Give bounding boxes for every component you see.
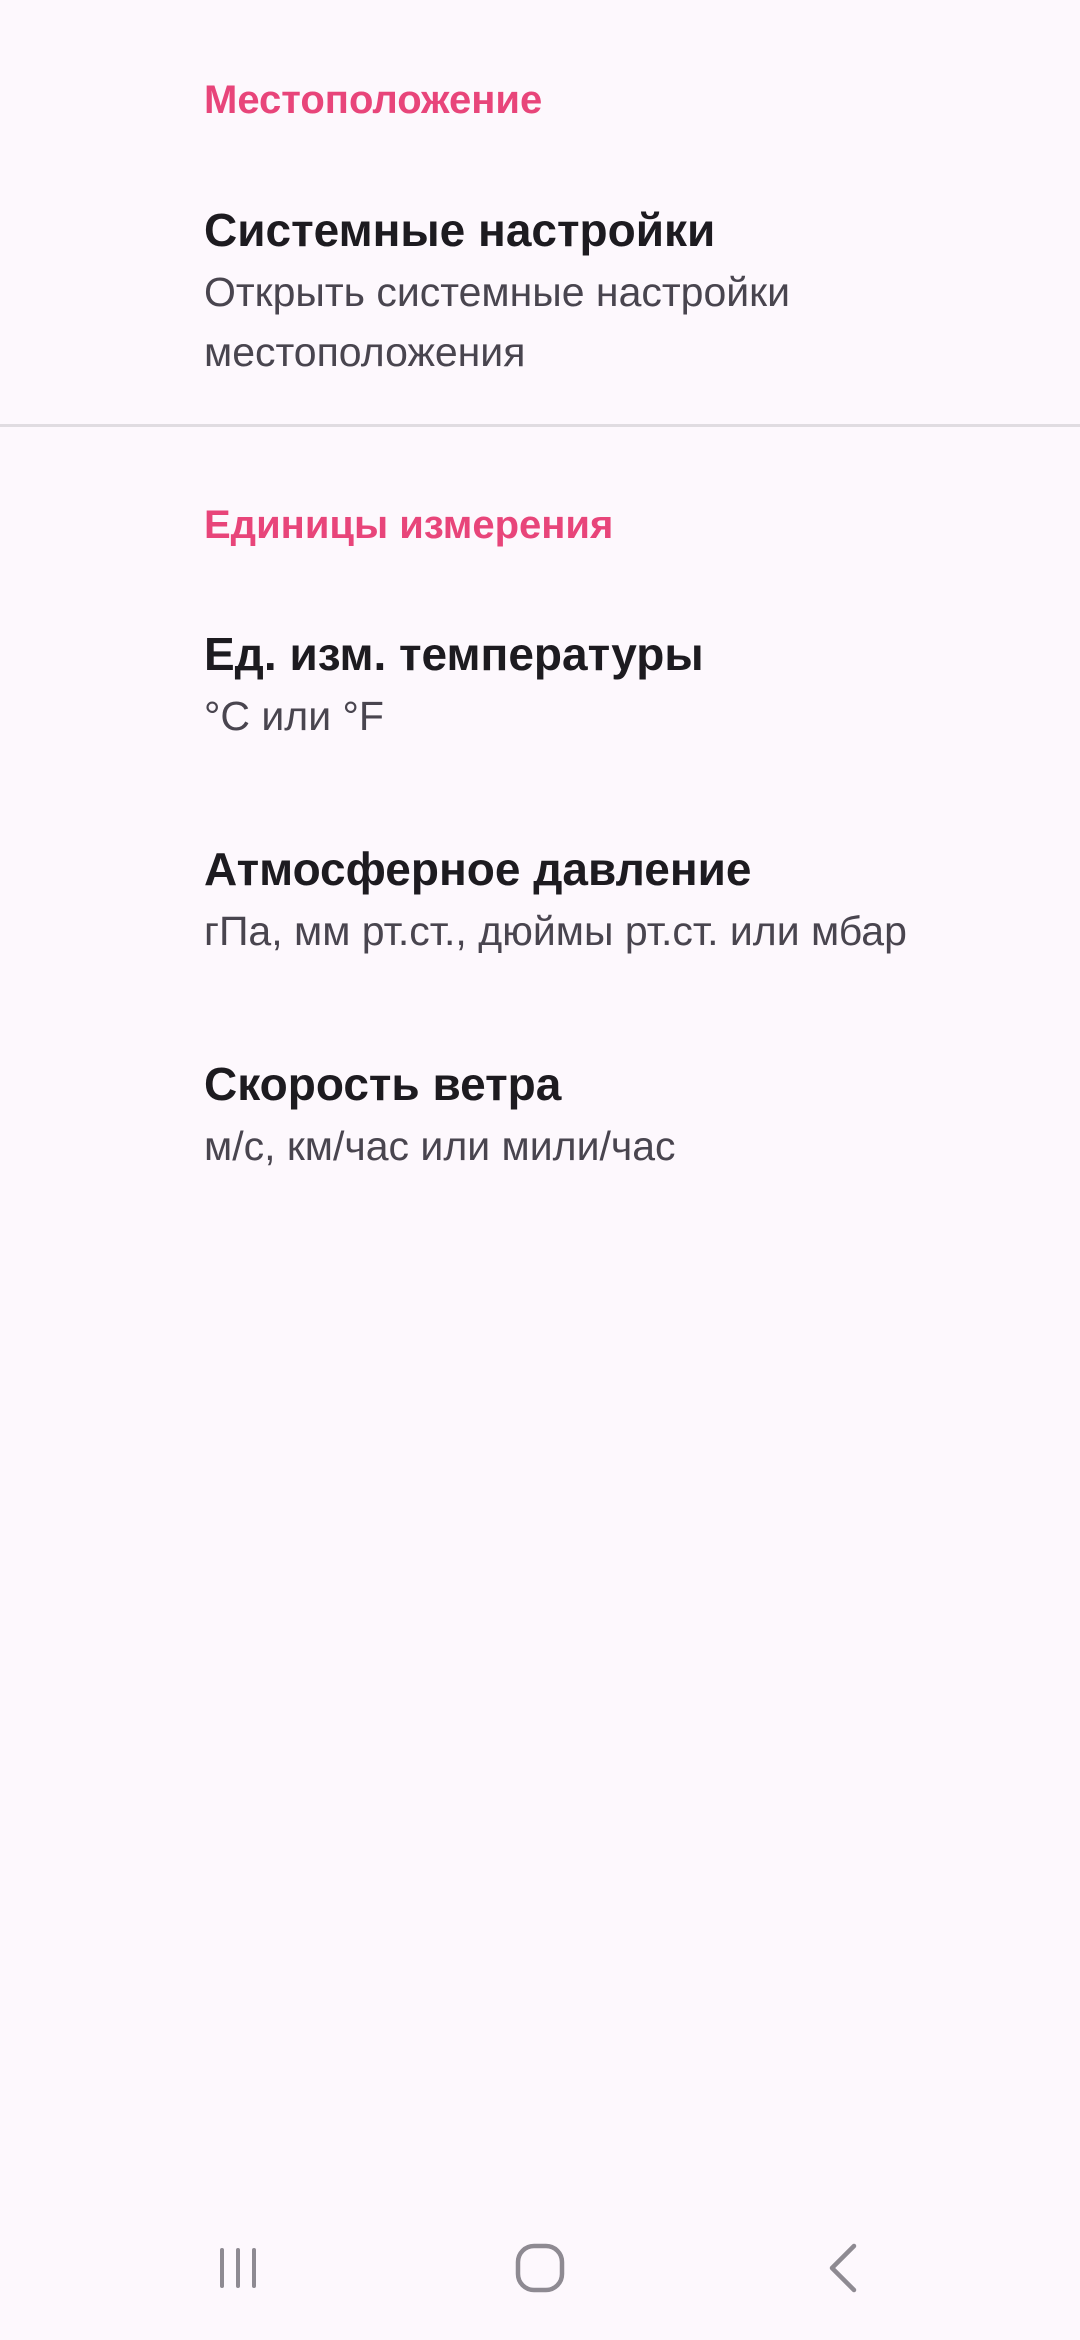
home-icon [514, 2242, 566, 2299]
pref-title: Скорость ветра [204, 1058, 562, 1110]
pref-summary: м/с, км/час или мили/час [204, 1123, 676, 1169]
pref-title: Ед. изм. температуры [204, 628, 704, 680]
pref-summary: °C или °F [204, 693, 384, 739]
pref-summary: Открыть системные настройки местоположен… [204, 269, 790, 375]
section-header-location: Местоположение [204, 78, 543, 122]
pref-title: Системные настройки [204, 204, 716, 256]
back-icon [824, 2242, 864, 2299]
pref-temperature-unit[interactable]: Ед. изм. температуры °C или °F [0, 610, 1080, 790]
pref-system-location-settings[interactable]: Системные настройки Открыть системные на… [0, 186, 1080, 406]
recent-apps-icon [214, 2244, 262, 2297]
settings-screen: Местоположение Системные настройки Откры… [0, 0, 1080, 2340]
section-header-units: Единицы измерения [204, 503, 614, 547]
pref-wind-speed-unit[interactable]: Скорость ветра м/с, км/час или мили/час [0, 1040, 1080, 1220]
recent-apps-button[interactable] [158, 2200, 318, 2340]
section-divider [0, 424, 1080, 427]
pref-pressure-unit[interactable]: Атмосферное давление гПа, мм рт.ст., дюй… [0, 825, 1080, 1005]
pref-summary: гПа, мм рт.ст., дюймы рт.ст. или мбар [204, 908, 907, 954]
back-button[interactable] [764, 2200, 924, 2340]
home-button[interactable] [460, 2200, 620, 2340]
system-navigation-bar [0, 2200, 1080, 2340]
pref-title: Атмосферное давление [204, 843, 752, 895]
